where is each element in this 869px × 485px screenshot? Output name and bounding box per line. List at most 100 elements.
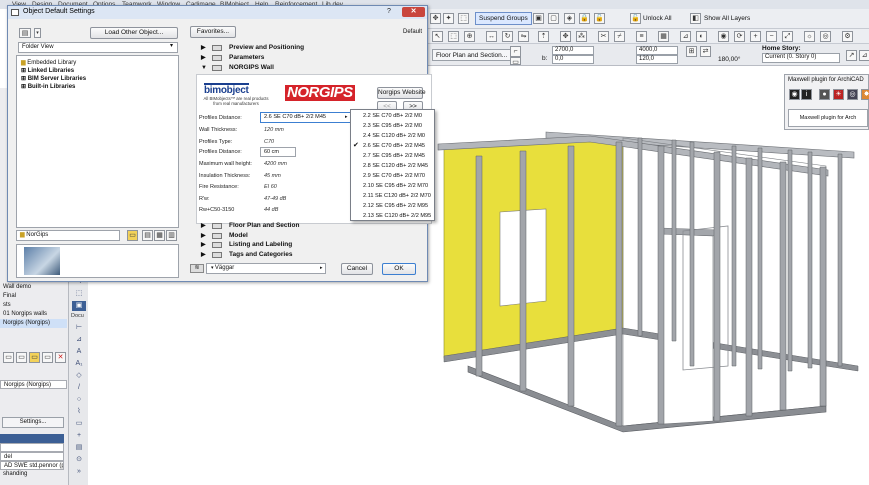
open-icon[interactable]: ▭ xyxy=(42,352,53,363)
zoom-out-icon[interactable]: − xyxy=(766,31,777,42)
suspend-groups-button[interactable]: Suspend Groups xyxy=(475,12,532,25)
view-mode-dropdown-icon[interactable]: ▾ xyxy=(34,28,41,38)
object-thumbnail[interactable] xyxy=(24,247,60,275)
move-icon[interactable]: ✥ xyxy=(430,13,441,24)
bottom-offset-field[interactable]: 0,0 xyxy=(552,55,594,64)
tree-bim-server-libraries[interactable]: ⊞ BIM Server Libraries xyxy=(21,75,86,82)
dropdown-option[interactable]: 2.2 SE C70 dB+ 2/2 M0 xyxy=(351,111,434,121)
favorites-button[interactable]: Favorites... xyxy=(190,26,236,38)
tool-marquee-icon[interactable]: ⬚ xyxy=(72,289,86,299)
section-norgips-wall[interactable]: ▼ NORGIPS Wall xyxy=(196,63,432,73)
stair-icon[interactable]: ⊿ xyxy=(859,50,869,61)
structure-icon[interactable]: ▭ xyxy=(510,57,521,66)
guide-icon[interactable]: ⊿ xyxy=(680,31,691,42)
tool-hotspot-icon[interactable]: + xyxy=(72,431,86,441)
settings-icon[interactable]: ⚙ xyxy=(842,31,853,42)
magic-wand-icon[interactable]: ✦ xyxy=(443,13,454,24)
trace-icon[interactable]: ◐ xyxy=(696,31,707,42)
chevron-right-icon[interactable]: ▸ xyxy=(320,265,323,271)
dropdown-option[interactable]: 2.7 SE C95 dB+ 2/2 M45 xyxy=(351,151,434,161)
tree-expand-icon[interactable]: ⊞ xyxy=(21,68,28,74)
new-folder-icon[interactable]: ▭ xyxy=(3,352,14,363)
orbit-icon[interactable]: ⟳ xyxy=(734,31,745,42)
layer-icon[interactable]: ◈ xyxy=(564,13,575,24)
tool-section-icon[interactable]: ⊙ xyxy=(72,455,86,465)
tool-dimension-icon[interactable]: ⊢ xyxy=(72,323,86,333)
dropdown-option[interactable]: 2.9 SE C70 dB+ 2/2 M70 xyxy=(351,171,434,181)
unlock-icon[interactable]: 🔓 xyxy=(594,13,605,24)
cancel-button[interactable]: Cancel xyxy=(341,263,373,275)
top-offset-field[interactable]: 2700,0 xyxy=(552,46,594,55)
3d-model-view[interactable] xyxy=(428,66,869,485)
dropdown-option[interactable]: 2.4 SE C120 dB+ 2/2 M0 xyxy=(351,131,434,141)
close-icon[interactable]: ✕ xyxy=(402,7,425,17)
snap-icon[interactable]: ⊕ xyxy=(464,31,475,42)
arrow-tool-icon[interactable]: ↖ xyxy=(432,31,443,42)
camera-icon[interactable]: ◎ xyxy=(820,31,831,42)
nav-view-select[interactable]: Norgips (Norgips) xyxy=(0,380,67,389)
chevron-down-icon[interactable]: ▸ xyxy=(345,114,348,120)
tool-text-icon[interactable]: A xyxy=(72,347,86,357)
tool-figure-icon[interactable]: ▤ xyxy=(72,443,86,453)
tool-drawing-icon[interactable]: ▭ xyxy=(72,419,86,429)
fit-window-icon[interactable]: ⤢ xyxy=(782,31,793,42)
chevron-down-icon[interactable]: ▾ xyxy=(170,42,173,49)
list-view-icon[interactable]: ▤ xyxy=(142,230,153,241)
anchor-icon[interactable]: ⊞ xyxy=(686,46,697,57)
render-icon[interactable]: ☼ xyxy=(804,31,815,42)
tool-line-icon[interactable]: / xyxy=(72,383,86,393)
tree-linked-libraries[interactable]: ⊞ Linked Libraries xyxy=(21,67,74,74)
nav-field-del[interactable]: del xyxy=(0,452,64,461)
nav-sts[interactable]: sts xyxy=(0,301,67,310)
detail-view-icon[interactable]: ▥ xyxy=(166,230,177,241)
tree-expand-icon[interactable]: ⊞ xyxy=(21,84,28,90)
mirror-object-icon[interactable]: ⇄ xyxy=(700,46,711,57)
dialog-title-bar[interactable]: Object Default Settings ? ✕ xyxy=(8,6,427,19)
section-parameters[interactable]: ▶ Parameters xyxy=(196,53,432,63)
multiply-icon[interactable]: ⁂ xyxy=(576,31,587,42)
geometry-icon[interactable]: ⌐ xyxy=(510,46,521,57)
tool-circle-icon[interactable]: ○ xyxy=(72,395,86,405)
grid-view-icon[interactable]: ▦ xyxy=(154,230,165,241)
floor-plan-section-tab[interactable]: Floor Plan and Section... xyxy=(432,49,512,61)
tree-built-in-libraries[interactable]: ⊞ Built-in Libraries xyxy=(21,83,75,90)
lock-icon[interactable]: 🔒 xyxy=(579,13,590,24)
rotate-icon[interactable]: ↻ xyxy=(502,31,513,42)
section-preview-positioning[interactable]: ▶ Preview and Positioning xyxy=(196,43,432,53)
settings-button[interactable]: Settings... xyxy=(2,417,64,428)
tool-polyline-icon[interactable]: ⌇ xyxy=(72,407,86,417)
profiles-distance-cm-select[interactable]: 60 cm xyxy=(260,147,296,157)
nav-field-shanding[interactable]: shanding xyxy=(0,470,64,479)
nav-field-1[interactable] xyxy=(0,443,64,452)
tree-embedded-library[interactable]: ▆ Embedded Library xyxy=(21,59,76,66)
section-floor-plan[interactable]: ▶ Floor Plan and Section xyxy=(196,221,432,231)
tool-more-icon[interactable]: » xyxy=(72,467,86,477)
tool-level-icon[interactable]: ⊿ xyxy=(72,335,86,345)
ungroup-icon[interactable]: ▢ xyxy=(548,13,559,24)
view-mode-icon[interactable]: ▤ xyxy=(19,28,31,38)
show-all-layers-label[interactable]: Show All Layers xyxy=(704,15,750,22)
angle-value[interactable]: 180,00° xyxy=(718,56,740,63)
nav-field-wall-std[interactable]: AD SWE std.pennor (p... xyxy=(0,461,64,470)
chart-icon[interactable]: ↗ xyxy=(846,50,857,61)
thickness-field[interactable]: 120,0 xyxy=(636,55,678,64)
tool-label-icon[interactable]: A₁ xyxy=(72,359,86,369)
dropdown-option[interactable]: 2.12 SE C95 dB+ 2/2 M95 xyxy=(351,201,434,211)
library-tree[interactable]: ▆ Embedded Library ⊞ Linked Libraries ⊞ … xyxy=(16,55,179,228)
clone-icon[interactable]: ▭ xyxy=(16,352,27,363)
grid-icon[interactable]: ▦ xyxy=(658,31,669,42)
ok-button[interactable]: OK xyxy=(382,263,416,275)
dimension-icon[interactable]: ↔ xyxy=(486,31,497,42)
dropdown-option[interactable]: 2.13 SE C120 dB+ 2/2 M95 xyxy=(351,211,434,221)
unlock-all-label[interactable]: Unlock All xyxy=(643,15,672,22)
layer-select[interactable]: ▾ Väggar xyxy=(206,263,326,274)
folder-name-field[interactable]: ▆ NorGips xyxy=(16,230,120,241)
folder-view-select[interactable]: Folder View xyxy=(18,42,178,53)
elevate-icon[interactable]: ⇡ xyxy=(538,31,549,42)
view-icon[interactable]: ◉ xyxy=(718,31,729,42)
zoom-in-icon[interactable]: + xyxy=(750,31,761,42)
align-icon[interactable]: ≡ xyxy=(636,31,647,42)
load-other-object-button[interactable]: Load Other Object... xyxy=(90,27,178,39)
group-icon[interactable]: ▣ xyxy=(533,13,544,24)
tool-object-icon[interactable]: ▣ xyxy=(72,301,86,311)
